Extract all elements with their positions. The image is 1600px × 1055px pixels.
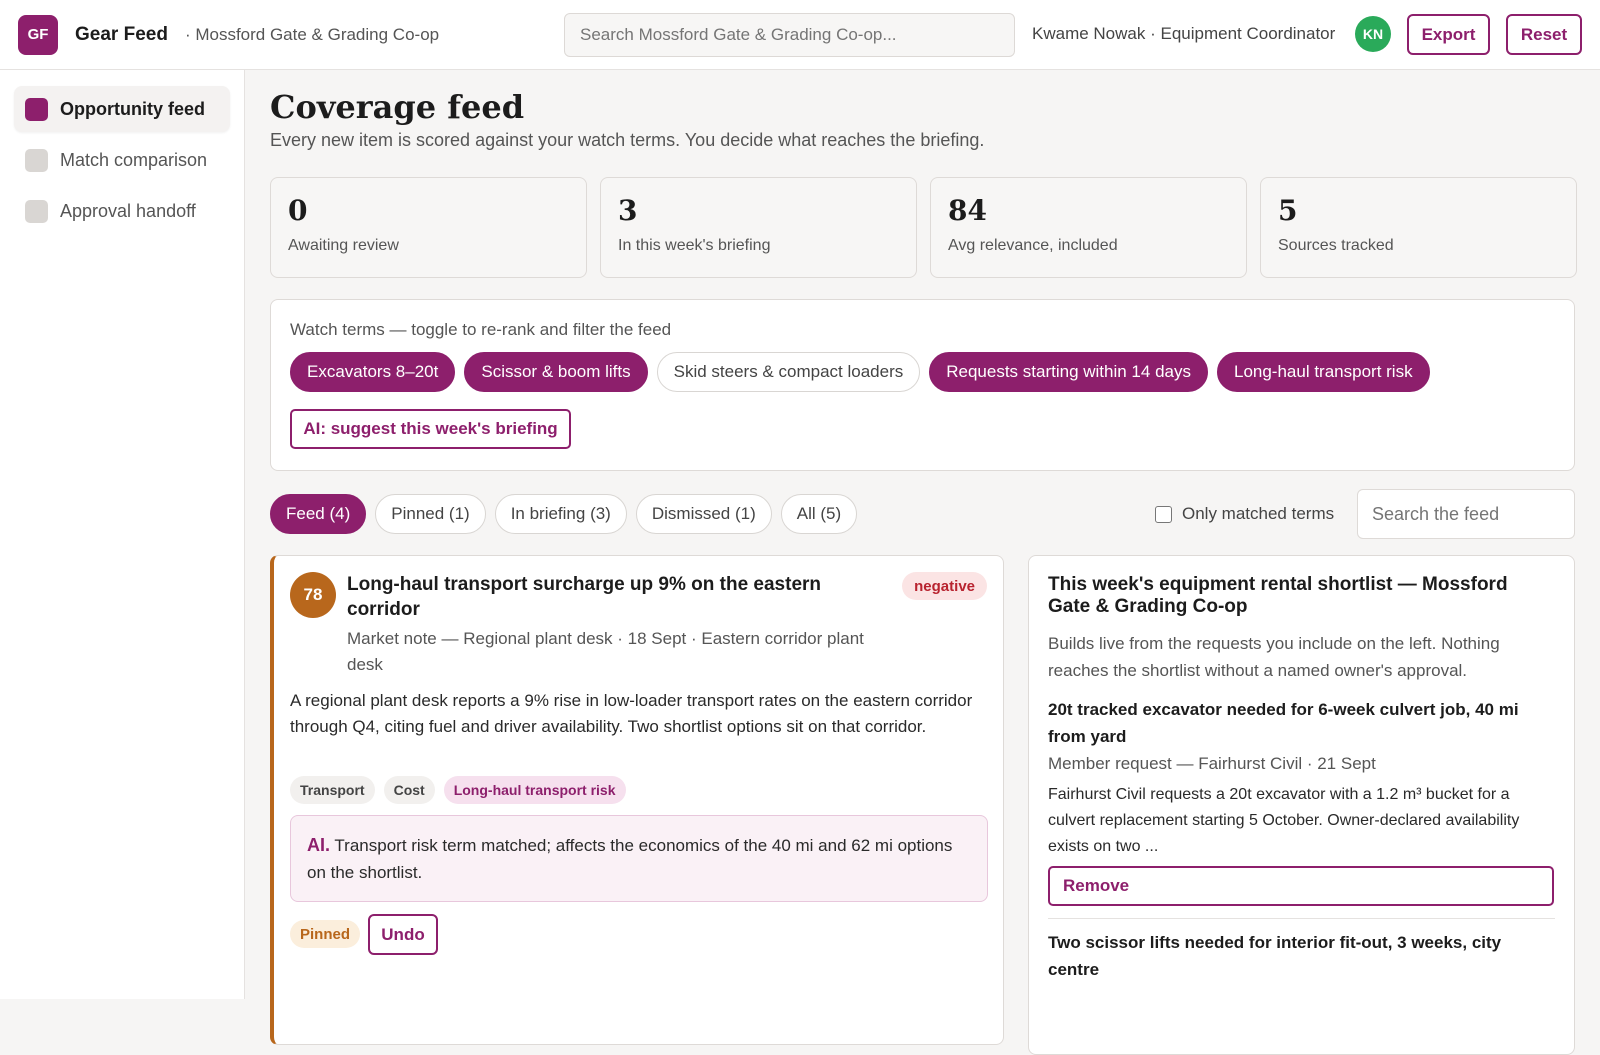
watch-term-chip[interactable]: Long-haul transport risk [1216, 352, 1430, 392]
stat-label: In this week's briefing [618, 237, 771, 254]
tab-dismissed[interactable]: Dismissed (1) [635, 494, 772, 534]
shortlist-item-meta: Member request — Fairhurst Civil · 21 Se… [1048, 754, 1376, 773]
watch-term-chip[interactable]: Skid steers & compact loaders [656, 352, 921, 392]
divider [1048, 918, 1555, 919]
sidebar-item-label: Match comparison [60, 149, 208, 170]
tab-all[interactable]: All (5) [780, 494, 858, 534]
watch-terms-label: Watch terms — toggle to re-rank and filt… [290, 320, 672, 339]
watch-term-chip[interactable]: Excavators 8–20t [290, 352, 456, 392]
stat-card: 5 Sources tracked [1260, 177, 1577, 278]
stat-card: 3 In this week's briefing [600, 177, 917, 278]
app-logo: GF [18, 14, 58, 55]
ai-note-prefix: AI. [307, 835, 331, 855]
global-search-input[interactable] [564, 13, 1015, 57]
only-matched-label: Only matched terms [1182, 504, 1335, 523]
stat-label: Sources tracked [1278, 237, 1394, 254]
tab-pinned[interactable]: Pinned (1) [375, 494, 486, 534]
remove-button[interactable]: Remove [1048, 866, 1554, 906]
nav-square-icon [25, 97, 48, 121]
sidebar-item-label: Opportunity feed [60, 98, 205, 119]
ai-suggest-briefing-button[interactable]: AI: suggest this week's briefing [290, 409, 571, 449]
stat-label: Awaiting review [288, 237, 399, 254]
sidebar-item-label: Approval handoff [60, 200, 196, 221]
stat-card: 0 Awaiting review [270, 177, 587, 278]
stat-card: 84 Avg relevance, included [930, 177, 1247, 278]
stat-value: 3 [618, 194, 638, 227]
stat-value: 5 [1278, 194, 1298, 227]
shortlist-panel: This week's equipment rental shortlist —… [1028, 555, 1575, 1055]
stat-value: 84 [948, 194, 987, 227]
tag: Cost [383, 776, 435, 804]
feed-card-body: A regional plant desk reports a 9% rise … [290, 691, 973, 736]
export-button[interactable]: Export [1407, 14, 1490, 55]
main-content: Coverage feed Every new item is scored a… [245, 70, 1600, 1055]
ai-note: AI. Transport risk term matched; affects… [290, 815, 988, 902]
stat-label: Avg relevance, included [948, 237, 1118, 254]
sidebar-item-opportunity-feed[interactable]: Opportunity feed [14, 86, 230, 132]
sidebar-item-match-comparison[interactable]: Match comparison [14, 137, 230, 183]
top-bar: GF Gear Feed · Mossford Gate & Grading C… [0, 0, 1600, 70]
stat-value: 0 [288, 194, 308, 227]
page-subtitle: Every new item is scored against your wa… [270, 130, 985, 150]
user-name: Kwame Nowak · Equipment Coordinator [1032, 24, 1336, 43]
feed-tabs: Feed (4) Pinned (1) In briefing (3) Dism… [270, 494, 858, 534]
watch-term-chip[interactable]: Scissor & boom lifts [464, 352, 648, 392]
watch-terms-panel: Watch terms — toggle to re-rank and filt… [270, 299, 1575, 471]
avatar[interactable]: KN [1355, 16, 1391, 52]
tab-feed[interactable]: Feed (4) [270, 494, 367, 534]
undo-button[interactable]: Undo [368, 914, 438, 955]
shortlist-title: This week's equipment rental shortlist —… [1048, 574, 1508, 617]
shortlist-item-title: Two scissor lifts needed for interior fi… [1048, 933, 1502, 979]
only-matched-toggle[interactable]: Only matched terms [1155, 504, 1334, 524]
shortlist-item-body: Fairhurst Civil requests a 20t excavator… [1048, 786, 1520, 855]
sentiment-badge: negative [902, 572, 987, 600]
feed-search-input[interactable] [1357, 489, 1575, 539]
tag-matched-term: Long-haul transport risk [443, 776, 626, 804]
org-name: · Mossford Gate & Grading Co-op [184, 24, 440, 44]
only-matched-checkbox[interactable] [1155, 505, 1172, 523]
app-title: Gear Feed [75, 23, 168, 45]
sidebar-item-approval-handoff[interactable]: Approval handoff [14, 188, 230, 234]
watch-term-chips: Excavators 8–20t Scissor & boom lifts Sk… [290, 352, 1555, 392]
nav-square-icon [25, 148, 48, 172]
sidebar: Opportunity feed Match comparison Approv… [0, 70, 245, 999]
nav-square-icon [25, 199, 48, 223]
relevance-score-badge: 78 [290, 572, 336, 618]
stats-row: 0 Awaiting review 3 In this week's brief… [270, 177, 1577, 278]
feed-card-meta: Market note — Regional plant desk · 18 S… [347, 629, 864, 674]
watch-term-chip[interactable]: Requests starting within 14 days [929, 352, 1208, 392]
feed-card-title: Long-haul transport surcharge up 9% on t… [347, 574, 822, 620]
reset-button[interactable]: Reset [1506, 14, 1582, 55]
feed-card: 78 Long-haul transport surcharge up 9% o… [270, 555, 1004, 1045]
page-title: Coverage feed [270, 88, 525, 126]
feed-card-tags: Transport Cost Long-haul transport risk [290, 776, 626, 804]
shortlist-item-title: 20t tracked excavator needed for 6-week … [1048, 700, 1519, 746]
ai-note-text: Transport risk term matched; affects the… [307, 836, 953, 882]
tab-in-briefing[interactable]: In briefing (3) [494, 494, 627, 534]
pinned-badge: Pinned [290, 920, 361, 948]
shortlist-subtitle: Builds live from the requests you includ… [1048, 634, 1500, 680]
tag: Transport [290, 776, 375, 804]
